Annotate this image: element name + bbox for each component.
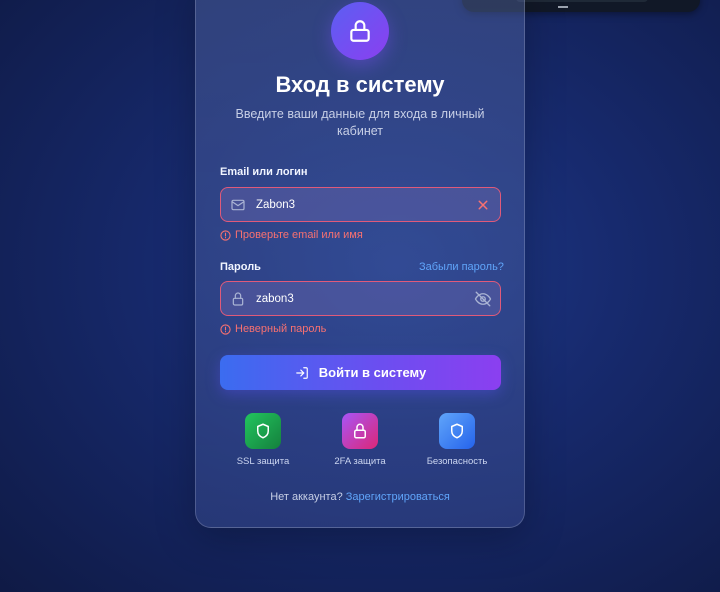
overlay-handle[interactable] xyxy=(558,6,568,8)
error-icon xyxy=(220,229,231,241)
mail-icon xyxy=(230,197,246,213)
feature-ssl: SSL защита xyxy=(218,413,308,467)
password-input[interactable] xyxy=(256,282,466,315)
eye-off-icon[interactable] xyxy=(474,290,492,308)
email-error-text: Проверьте email или имя xyxy=(235,229,363,241)
login-button[interactable]: Войти в систему xyxy=(220,355,501,390)
register-link[interactable]: Зарегистрироваться xyxy=(346,491,450,503)
forgot-password-link[interactable]: Забыли пароль? xyxy=(419,261,504,273)
password-field-wrapper[interactable] xyxy=(220,281,501,316)
feature-2fa-label: 2FA защита xyxy=(334,456,386,467)
feature-security-label: Безопасность xyxy=(426,456,488,467)
password-label: Пароль xyxy=(220,261,261,273)
error-icon xyxy=(220,323,231,335)
register-prompt-text: Нет аккаунта? xyxy=(270,491,343,503)
login-button-label: Войти в систему xyxy=(318,365,427,380)
lock-icon xyxy=(230,291,246,307)
login-arrow-icon xyxy=(295,366,308,379)
shield-icon xyxy=(439,413,475,449)
page-title: Вход в систему xyxy=(275,72,445,97)
email-field-wrapper[interactable] xyxy=(220,187,501,222)
feature-2fa: 2FA защита xyxy=(315,413,405,467)
page-subtitle: Введите ваши данные для входа в личный к… xyxy=(235,107,485,138)
clear-icon[interactable] xyxy=(474,196,492,214)
lock-icon xyxy=(342,413,378,449)
shield-icon xyxy=(245,413,281,449)
overlay-inner xyxy=(516,0,648,2)
email-label: Email или логин xyxy=(220,166,308,178)
register-prompt: Нет аккаунта? Зарегистрироваться xyxy=(195,491,525,503)
password-error: Неверный пароль xyxy=(220,323,326,335)
feature-ssl-label: SSL защита xyxy=(236,456,290,467)
email-error: Проверьте email или имя xyxy=(220,229,363,241)
password-error-text: Неверный пароль xyxy=(235,323,327,335)
lock-logo-icon xyxy=(331,2,389,60)
feature-security: Безопасность xyxy=(412,413,502,467)
email-input[interactable] xyxy=(256,188,466,221)
